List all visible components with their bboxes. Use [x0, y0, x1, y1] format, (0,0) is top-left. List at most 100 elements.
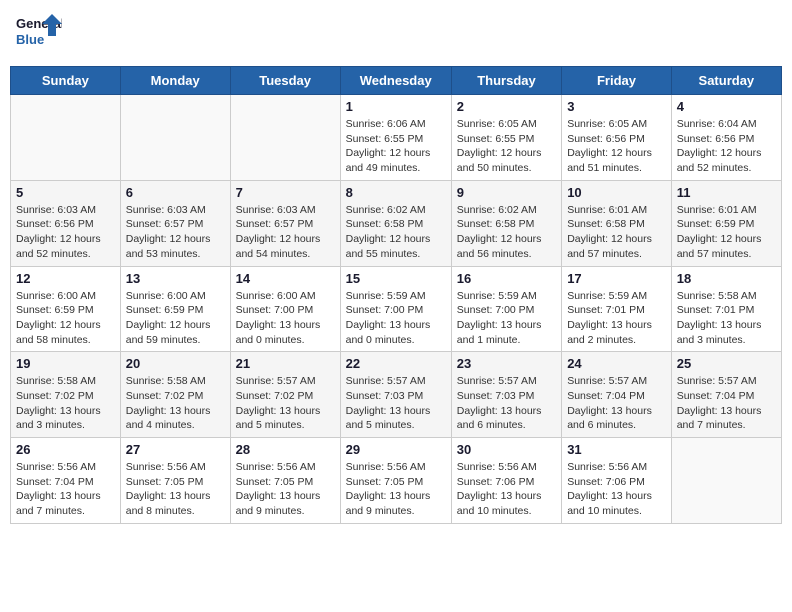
- calendar-cell: 20 Sunrise: 5:58 AM Sunset: 7:02 PM Dayli…: [120, 352, 230, 438]
- day-info: Sunrise: 6:03 AM Sunset: 6:57 PM Dayligh…: [126, 203, 225, 262]
- day-number: 15: [346, 271, 446, 286]
- day-info: Sunrise: 5:56 AM Sunset: 7:04 PM Dayligh…: [16, 460, 115, 519]
- day-number: 4: [677, 99, 776, 114]
- day-number: 14: [236, 271, 335, 286]
- day-number: 24: [567, 356, 666, 371]
- day-info: Sunrise: 5:57 AM Sunset: 7:04 PM Dayligh…: [567, 374, 666, 433]
- day-number: 10: [567, 185, 666, 200]
- day-info: Sunrise: 6:03 AM Sunset: 6:57 PM Dayligh…: [236, 203, 335, 262]
- day-info: Sunrise: 5:56 AM Sunset: 7:06 PM Dayligh…: [457, 460, 556, 519]
- logo: General Blue: [14, 10, 62, 58]
- day-info: Sunrise: 5:56 AM Sunset: 7:06 PM Dayligh…: [567, 460, 666, 519]
- day-number: 8: [346, 185, 446, 200]
- calendar-cell: 16 Sunrise: 5:59 AM Sunset: 7:00 PM Dayli…: [451, 266, 561, 352]
- day-number: 21: [236, 356, 335, 371]
- day-number: 28: [236, 442, 335, 457]
- day-info: Sunrise: 6:05 AM Sunset: 6:55 PM Dayligh…: [457, 117, 556, 176]
- day-number: 7: [236, 185, 335, 200]
- calendar-cell: 5Sunrise: 6:03 AM Sunset: 6:56 PM Daylig…: [11, 180, 121, 266]
- week-row-5: 26 Sunrise: 5:56 AM Sunset: 7:04 PM Dayli…: [11, 438, 782, 524]
- day-number: 2: [457, 99, 556, 114]
- day-info: Sunrise: 5:57 AM Sunset: 7:04 PM Dayligh…: [677, 374, 776, 433]
- calendar-cell: 27 Sunrise: 5:56 AM Sunset: 7:05 PM Dayli…: [120, 438, 230, 524]
- day-number: 30: [457, 442, 556, 457]
- day-number: 11: [677, 185, 776, 200]
- calendar-cell: 31 Sunrise: 5:56 AM Sunset: 7:06 PM Dayli…: [562, 438, 672, 524]
- day-info: Sunrise: 6:04 AM Sunset: 6:56 PM Dayligh…: [677, 117, 776, 176]
- weekday-header-tuesday: Tuesday: [230, 67, 340, 95]
- day-number: 27: [126, 442, 225, 457]
- calendar-cell: 14 Sunrise: 6:00 AM Sunset: 7:00 PM Dayli…: [230, 266, 340, 352]
- calendar-cell: 26 Sunrise: 5:56 AM Sunset: 7:04 PM Dayli…: [11, 438, 121, 524]
- calendar-cell: 22 Sunrise: 5:57 AM Sunset: 7:03 PM Dayli…: [340, 352, 451, 438]
- day-number: 19: [16, 356, 115, 371]
- calendar-cell: 11 Sunrise: 6:01 AM Sunset: 6:59 PM Dayli…: [671, 180, 781, 266]
- day-info: Sunrise: 5:59 AM Sunset: 7:01 PM Dayligh…: [567, 289, 666, 348]
- day-number: 5: [16, 185, 115, 200]
- day-number: 23: [457, 356, 556, 371]
- day-info: Sunrise: 6:00 AM Sunset: 6:59 PM Dayligh…: [16, 289, 115, 348]
- logo-graphic: General Blue: [14, 10, 62, 58]
- day-number: 13: [126, 271, 225, 286]
- day-number: 1: [346, 99, 446, 114]
- day-number: 22: [346, 356, 446, 371]
- day-info: Sunrise: 6:02 AM Sunset: 6:58 PM Dayligh…: [457, 203, 556, 262]
- calendar-cell: 9Sunrise: 6:02 AM Sunset: 6:58 PM Daylig…: [451, 180, 561, 266]
- day-info: Sunrise: 6:02 AM Sunset: 6:58 PM Dayligh…: [346, 203, 446, 262]
- day-number: 16: [457, 271, 556, 286]
- day-number: 20: [126, 356, 225, 371]
- week-row-1: 1Sunrise: 6:06 AM Sunset: 6:55 PM Daylig…: [11, 95, 782, 181]
- calendar-cell: 7 Sunrise: 6:03 AM Sunset: 6:57 PM Daylig…: [230, 180, 340, 266]
- day-number: 12: [16, 271, 115, 286]
- calendar-cell: 21 Sunrise: 5:57 AM Sunset: 7:02 PM Dayli…: [230, 352, 340, 438]
- day-info: Sunrise: 5:58 AM Sunset: 7:02 PM Dayligh…: [16, 374, 115, 433]
- day-info: Sunrise: 5:57 AM Sunset: 7:02 PM Dayligh…: [236, 374, 335, 433]
- weekday-header-wednesday: Wednesday: [340, 67, 451, 95]
- day-number: 26: [16, 442, 115, 457]
- day-info: Sunrise: 5:58 AM Sunset: 7:02 PM Dayligh…: [126, 374, 225, 433]
- calendar-cell: 23 Sunrise: 5:57 AM Sunset: 7:03 PM Dayli…: [451, 352, 561, 438]
- day-number: 6: [126, 185, 225, 200]
- calendar-cell: 8 Sunrise: 6:02 AM Sunset: 6:58 PM Daylig…: [340, 180, 451, 266]
- weekday-header-thursday: Thursday: [451, 67, 561, 95]
- calendar-cell: 10Sunrise: 6:01 AM Sunset: 6:58 PM Dayli…: [562, 180, 672, 266]
- day-number: 18: [677, 271, 776, 286]
- day-info: Sunrise: 6:01 AM Sunset: 6:59 PM Dayligh…: [677, 203, 776, 262]
- week-row-4: 19 Sunrise: 5:58 AM Sunset: 7:02 PM Dayli…: [11, 352, 782, 438]
- calendar-cell: 12 Sunrise: 6:00 AM Sunset: 6:59 PM Dayli…: [11, 266, 121, 352]
- day-info: Sunrise: 5:59 AM Sunset: 7:00 PM Dayligh…: [346, 289, 446, 348]
- calendar-cell: 1Sunrise: 6:06 AM Sunset: 6:55 PM Daylig…: [340, 95, 451, 181]
- day-info: Sunrise: 5:57 AM Sunset: 7:03 PM Dayligh…: [346, 374, 446, 433]
- calendar-cell: 24 Sunrise: 5:57 AM Sunset: 7:04 PM Dayli…: [562, 352, 672, 438]
- day-info: Sunrise: 6:05 AM Sunset: 6:56 PM Dayligh…: [567, 117, 666, 176]
- calendar-cell: 3 Sunrise: 6:05 AM Sunset: 6:56 PM Daylig…: [562, 95, 672, 181]
- calendar-cell: 2 Sunrise: 6:05 AM Sunset: 6:55 PM Daylig…: [451, 95, 561, 181]
- day-info: Sunrise: 5:59 AM Sunset: 7:00 PM Dayligh…: [457, 289, 556, 348]
- weekday-header-saturday: Saturday: [671, 67, 781, 95]
- day-info: Sunrise: 5:56 AM Sunset: 7:05 PM Dayligh…: [126, 460, 225, 519]
- calendar-cell: [230, 95, 340, 181]
- day-number: 17: [567, 271, 666, 286]
- calendar-cell: 28 Sunrise: 5:56 AM Sunset: 7:05 PM Dayli…: [230, 438, 340, 524]
- calendar-cell: [11, 95, 121, 181]
- calendar-cell: 13Sunrise: 6:00 AM Sunset: 6:59 PM Dayli…: [120, 266, 230, 352]
- day-number: 25: [677, 356, 776, 371]
- calendar-cell: 15 Sunrise: 5:59 AM Sunset: 7:00 PM Dayli…: [340, 266, 451, 352]
- day-info: Sunrise: 6:00 AM Sunset: 7:00 PM Dayligh…: [236, 289, 335, 348]
- day-number: 31: [567, 442, 666, 457]
- calendar-cell: 4 Sunrise: 6:04 AM Sunset: 6:56 PM Daylig…: [671, 95, 781, 181]
- day-info: Sunrise: 5:58 AM Sunset: 7:01 PM Dayligh…: [677, 289, 776, 348]
- calendar-cell: 30 Sunrise: 5:56 AM Sunset: 7:06 PM Dayli…: [451, 438, 561, 524]
- weekday-header-monday: Monday: [120, 67, 230, 95]
- day-info: Sunrise: 5:56 AM Sunset: 7:05 PM Dayligh…: [236, 460, 335, 519]
- day-number: 3: [567, 99, 666, 114]
- weekday-header-sunday: Sunday: [11, 67, 121, 95]
- day-info: Sunrise: 5:57 AM Sunset: 7:03 PM Dayligh…: [457, 374, 556, 433]
- calendar-cell: 29 Sunrise: 5:56 AM Sunset: 7:05 PM Dayli…: [340, 438, 451, 524]
- day-number: 29: [346, 442, 446, 457]
- calendar-table: SundayMondayTuesdayWednesdayThursdayFrid…: [10, 66, 782, 524]
- calendar-cell: 18 Sunrise: 5:58 AM Sunset: 7:01 PM Dayli…: [671, 266, 781, 352]
- calendar-cell: 19 Sunrise: 5:58 AM Sunset: 7:02 PM Dayli…: [11, 352, 121, 438]
- day-info: Sunrise: 5:56 AM Sunset: 7:05 PM Dayligh…: [346, 460, 446, 519]
- week-row-2: 5Sunrise: 6:03 AM Sunset: 6:56 PM Daylig…: [11, 180, 782, 266]
